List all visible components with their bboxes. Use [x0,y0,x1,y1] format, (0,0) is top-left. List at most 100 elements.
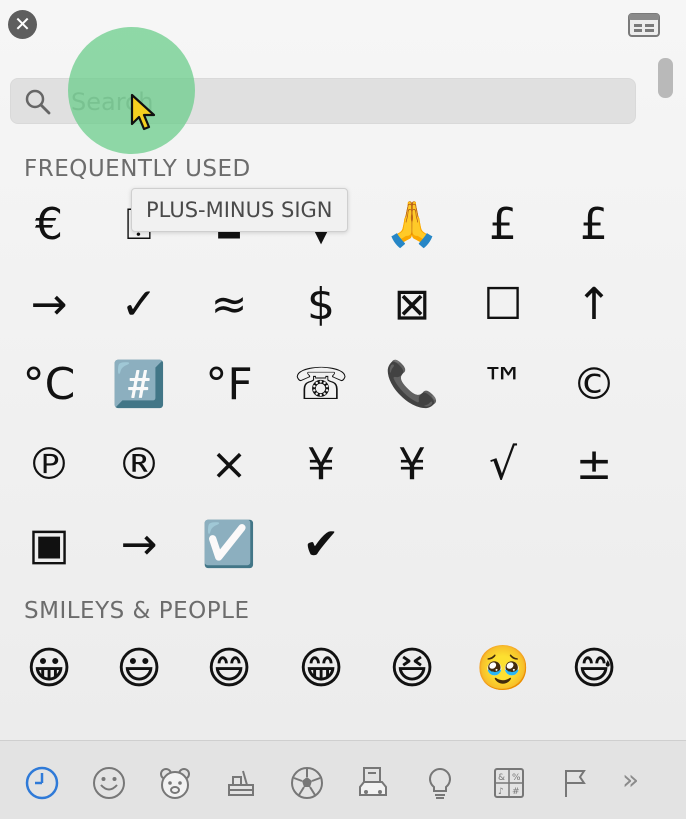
symbol-cell[interactable]: 😁 [280,630,362,708]
category-smileys[interactable] [87,761,131,805]
symbol-cell[interactable]: ™ [462,346,544,424]
symbol-glyph: 😅 [571,643,617,694]
symbol-cell[interactable]: © [553,346,635,424]
svg-text:&: & [498,773,505,783]
symbol-glyph: £ [489,199,517,250]
symbol-glyph: 🥹 [475,643,531,694]
symbol-glyph: 🙏 [384,199,440,250]
symbol-glyph: 😆 [389,643,435,694]
symbol-cell[interactable]: → [8,266,90,344]
symbol-glyph: £ [580,199,608,250]
symbol-glyph: ® [117,439,161,490]
symbol-glyph: € [35,199,63,250]
svg-text:♪: ♪ [498,787,504,797]
symbol-glyph: °C [22,359,76,410]
symbol-cell[interactable]: 😆 [371,630,453,708]
symbol-glyph: ℗ [27,439,71,490]
symbol-cell[interactable]: ¥ [280,426,362,504]
symbol-cell[interactable]: ± [553,426,635,504]
symbol-cell[interactable]: $ [280,266,362,344]
symbol-cell[interactable]: ☐ [462,266,544,344]
svg-text:%: % [512,773,521,783]
symbol-glyph: ⊠ [393,279,431,330]
symbol-glyph: ✓ [120,279,158,330]
scrollbar-thumb[interactable] [658,58,673,98]
symbol-cell[interactable]: ✔ [280,506,362,584]
symbol-glyph: $ [307,279,335,330]
category-flags[interactable] [553,761,597,805]
section-title-frequently-used: FREQUENTLY USED [24,156,251,182]
symbol-cell[interactable]: °C [8,346,90,424]
lightbulb-icon [429,767,451,799]
food-drink-icon [228,770,254,796]
symbol-glyph: 😀 [26,643,72,694]
symbol-cell[interactable]: °F [188,346,270,424]
symbol-glyph: √ [488,439,518,490]
svg-text:#: # [512,787,520,797]
symbol-cell[interactable]: ☑️ [188,506,270,584]
category-animals[interactable] [153,761,197,805]
symbol-glyph: ☐ [483,279,523,330]
symbol-cell[interactable]: × [188,426,270,504]
category-recent[interactable] [20,761,64,805]
tooltip: PLUS-MINUS SIGN [131,188,348,232]
category-travel[interactable] [351,761,395,805]
category-objects[interactable] [418,761,462,805]
category-food[interactable] [219,761,263,805]
symbol-glyph: ↑ [575,279,613,330]
flag-icon [565,770,586,797]
symbol-glyph: ☏ [293,359,349,410]
symbol-cell[interactable]: 📞 [371,346,453,424]
symbol-cell[interactable]: ☏ [280,346,362,424]
symbol-cell[interactable]: √ [462,426,544,504]
more-categories-icon[interactable]: » [622,763,639,796]
symbol-glyph: °F [205,359,253,410]
symbol-cell[interactable]: ℗ [8,426,90,504]
symbol-cell[interactable]: ¥ [371,426,453,504]
symbol-glyph: ▣ [28,519,70,570]
symbols-icon: & % ♪ # [494,768,524,798]
symbol-cell[interactable]: ✓ [98,266,180,344]
symbol-cell[interactable]: £ [462,186,544,264]
search-icon [25,89,51,115]
symbol-glyph: 😁 [298,643,344,694]
symbol-cell[interactable]: 🙏 [371,186,453,264]
symbol-cell[interactable]: 😀 [8,630,90,708]
symbol-cell[interactable]: ↑ [553,266,635,344]
symbol-cell[interactable]: £ [553,186,635,264]
symbol-cell[interactable]: 😅 [553,630,635,708]
smiley-face-icon [93,767,125,799]
symbol-glyph: 📞 [384,359,440,410]
symbol-glyph: ☑️ [201,519,257,570]
symbol-glyph: ≈ [210,279,248,330]
symbol-cell[interactable]: ⊠ [371,266,453,344]
symbol-cell[interactable]: → [98,506,180,584]
category-activity[interactable] [285,761,329,805]
symbol-cell[interactable]: 🥹 [462,630,544,708]
close-icon[interactable]: ✕ [8,10,37,39]
search-field[interactable] [10,78,636,125]
symbol-glyph: × [210,439,248,490]
symbol-glyph: ™ [481,359,525,410]
symbol-cell[interactable]: € [8,186,90,264]
symbol-cell[interactable]: 😄 [188,630,270,708]
symbol-cell[interactable]: ≈ [188,266,270,344]
soccer-ball-icon [291,767,323,799]
character-viewer-icon[interactable] [628,12,660,38]
car-building-icon [359,767,387,796]
symbol-glyph: ✔ [302,519,340,570]
symbol-glyph: → [120,519,158,570]
symbol-glyph: ¥ [398,439,426,490]
symbol-cell[interactable]: ® [98,426,180,504]
symbol-cell[interactable]: #️⃣ [98,346,180,424]
bear-face-icon [160,768,190,799]
clock-icon [25,766,59,800]
symbol-cell[interactable]: ▣ [8,506,90,584]
search-input[interactable] [69,79,613,125]
symbol-glyph: #️⃣ [111,359,167,410]
category-bar: & % ♪ # » [0,740,686,819]
symbol-glyph: → [30,279,68,330]
category-symbols[interactable]: & % ♪ # [487,761,531,805]
symbol-glyph: ¥ [307,439,335,490]
symbol-cell[interactable]: 😃 [98,630,180,708]
